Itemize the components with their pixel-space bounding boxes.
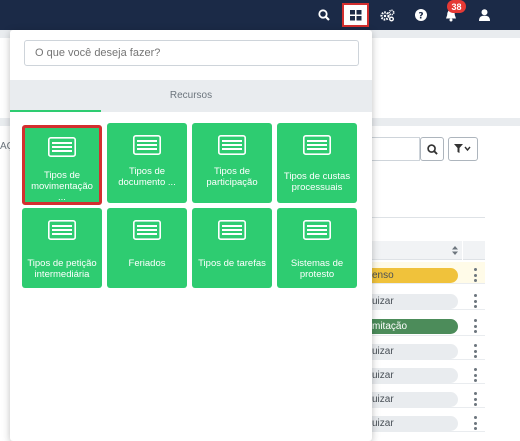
active-tab-indicator xyxy=(10,110,101,112)
background-divider xyxy=(370,217,485,218)
tile-tipos-de-participacao[interactable]: Tipos de participação xyxy=(192,123,272,203)
tile-label: Tipos de tarefas xyxy=(198,258,266,269)
row-menu-icon[interactable] xyxy=(472,344,478,358)
background-table-header xyxy=(370,241,462,260)
user-menu-button[interactable] xyxy=(474,5,494,25)
list-card-icon xyxy=(48,220,76,240)
row-menu-icon[interactable] xyxy=(472,392,478,406)
apps-dropdown-panel: Recursos Tipos de movimentação ... Tipos… xyxy=(10,30,372,441)
list-card-icon xyxy=(303,220,331,240)
status-badge: uizar xyxy=(370,368,458,383)
status-badge: uizar xyxy=(370,344,458,359)
row-menu-icon[interactable] xyxy=(472,268,478,282)
row-menu-icon[interactable] xyxy=(472,319,478,333)
apps-grid-icon xyxy=(349,9,361,20)
search-icon xyxy=(426,143,438,155)
list-card-icon xyxy=(48,137,76,157)
tile-tipos-de-tarefas[interactable]: Tipos de tarefas xyxy=(192,208,272,288)
tile-label: Tipos de custas processuais xyxy=(283,171,351,193)
tile-label: Tipos de movimentação ... xyxy=(31,170,93,203)
search-icon xyxy=(318,9,330,21)
background-search-button[interactable] xyxy=(420,137,444,161)
tile-label: Tipos de documento ... xyxy=(118,166,176,188)
search-button[interactable] xyxy=(314,5,334,25)
svg-text:?: ? xyxy=(418,11,423,21)
tab-recursos[interactable]: Recursos xyxy=(10,80,372,110)
tile-sistemas-de-protesto[interactable]: Sistemas de protesto xyxy=(277,208,357,288)
tile-label: Tipos de petição intermediária xyxy=(27,258,97,280)
tile-label: Sistemas de protesto xyxy=(290,258,344,280)
list-card-icon xyxy=(218,135,246,155)
tile-tipos-de-peticao-intermediaria[interactable]: Tipos de petição intermediária xyxy=(22,208,102,288)
filter-icon xyxy=(454,144,471,153)
list-card-icon xyxy=(133,135,161,155)
background-table-header-actions xyxy=(463,241,485,260)
dropdown-tab-bar: Recursos xyxy=(10,80,372,112)
notification-count-badge: 38 xyxy=(447,0,466,13)
action-search-input[interactable] xyxy=(24,40,359,66)
top-navbar: ? 38 xyxy=(0,0,520,30)
settings-button[interactable] xyxy=(377,5,397,25)
help-icon: ? xyxy=(415,9,427,21)
background-search-field[interactable] xyxy=(370,137,420,161)
status-badge: uizar xyxy=(370,392,458,407)
list-card-icon xyxy=(218,220,246,240)
tile-feriados[interactable]: Feriados xyxy=(107,208,187,288)
tile-tipos-de-custas-processuais[interactable]: Tipos de custas processuais xyxy=(277,123,357,203)
list-card-icon xyxy=(303,135,331,155)
sort-icon xyxy=(452,246,458,255)
settings-cogs-icon xyxy=(379,8,395,21)
help-button[interactable]: ? xyxy=(411,5,431,25)
status-badge: enso xyxy=(370,268,458,283)
list-card-icon xyxy=(133,220,161,240)
tile-tipos-de-documento[interactable]: Tipos de documento ... xyxy=(107,123,187,203)
row-menu-icon[interactable] xyxy=(472,294,478,308)
status-badge: mitação xyxy=(370,319,458,334)
tile-tipos-de-movimentacao[interactable]: Tipos de movimentação ... xyxy=(22,125,102,205)
background-filter-button[interactable] xyxy=(448,137,478,161)
row-menu-icon[interactable] xyxy=(472,416,478,430)
user-icon xyxy=(478,9,490,21)
status-badge: uizar xyxy=(370,294,458,309)
tile-label: Feriados xyxy=(128,258,166,269)
row-menu-icon[interactable] xyxy=(472,368,478,382)
status-badge: uizar xyxy=(370,416,458,431)
apps-menu-button[interactable] xyxy=(342,3,369,27)
tile-label: Tipos de participação xyxy=(206,166,258,188)
